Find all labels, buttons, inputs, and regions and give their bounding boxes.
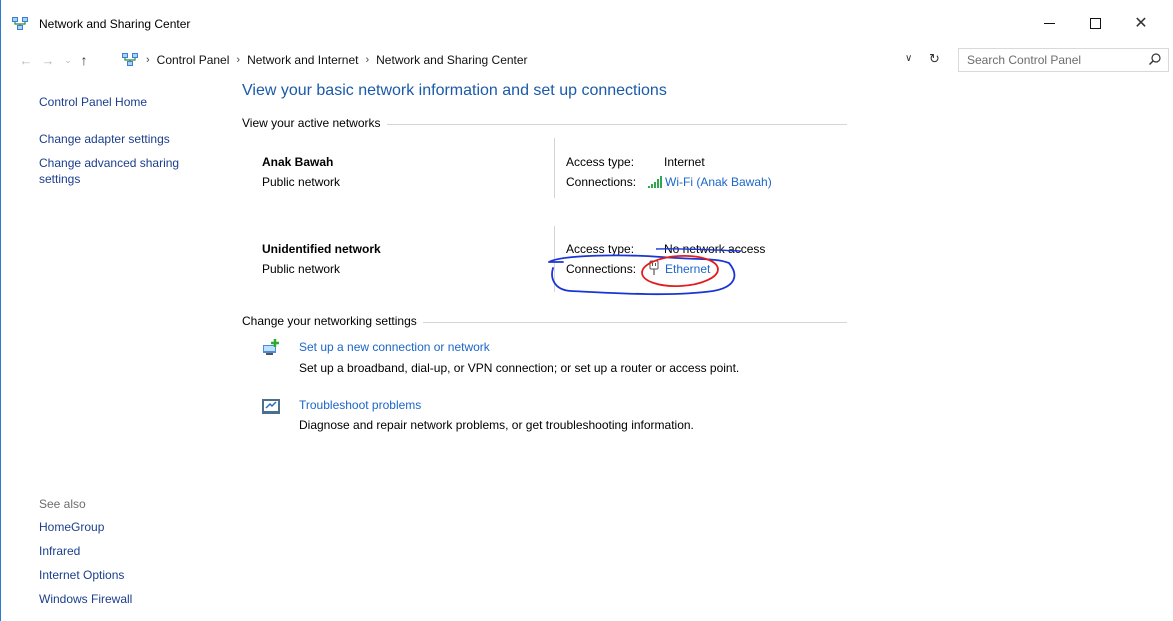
see-also-link-internet-options[interactable]: Internet Options [39,568,124,582]
navigation-bar: ← → ⌄ ↑ › Control Panel › Network and In… [1,48,1173,72]
back-arrow-icon: ← [19,52,33,68]
forward-arrow-icon: → [41,52,55,68]
connections-label: Connections: [566,262,637,276]
up-button[interactable]: ↑ [75,50,93,70]
ethernet-icon [649,260,659,275]
troubleshoot-problems-link[interactable]: Troubleshoot problems [299,398,421,412]
ethernet-connection-link[interactable]: Ethernet [665,262,710,276]
setup-new-connection-description: Set up a broadband, dial-up, or VPN conn… [299,361,740,375]
sidebar-link-control-panel-home[interactable]: Control Panel Home [39,94,147,110]
network-divider [554,226,555,292]
refresh-icon: ↻ [929,51,940,66]
chevron-down-icon: ⌄ [64,54,72,65]
access-type-label: Access type: [566,242,635,256]
setup-new-connection-link[interactable]: Set up a new connection or network [299,340,490,354]
title-bar[interactable]: Network and Sharing Center ✕ [1,0,1173,48]
see-also-heading: See also [39,497,86,511]
sidebar-link-change-adapter-settings[interactable]: Change adapter settings [39,131,170,147]
search-placeholder: Search Control Panel [967,53,1082,67]
chevron-down-icon: ∨ [905,53,913,64]
control-panel-location-icon [122,53,138,66]
sidebar-link-label-line1: Change advanced sharing [39,156,180,170]
troubleshoot-problems-description: Diagnose and repair network problems, or… [299,418,694,432]
minimize-icon [1043,22,1055,24]
change-settings-label: Change your networking settings [242,314,423,328]
maximize-button[interactable] [1072,8,1118,38]
network-name: Anak Bawah [262,155,334,169]
close-button[interactable]: ✕ [1118,8,1164,38]
active-networks-section-header: View your active networks [242,116,847,132]
breadcrumb-control-panel[interactable]: Control Panel [157,53,230,67]
wifi-connection-link[interactable]: Wi-Fi (Anak Bawah) [665,175,772,189]
network-center-icon [12,17,28,30]
breadcrumb-separator-icon[interactable]: › [146,54,150,66]
window-title: Network and Sharing Center [39,17,191,31]
breadcrumb-separator-icon[interactable]: › [236,54,240,66]
access-type-value: No network access [664,242,766,256]
minimize-button[interactable] [1026,8,1072,38]
sidebar-link-label-line2: settings [39,172,81,186]
access-type-label: Access type: [566,155,635,169]
up-arrow-icon: ↑ [80,52,88,68]
maximize-icon [1089,17,1101,29]
tasks-sidebar: Control Panel Home Change adapter settin… [1,80,231,620]
network-category-link[interactable]: Public network [262,175,340,189]
search-icon[interactable] [1148,52,1162,66]
see-also-link-homegroup[interactable]: HomeGroup [39,520,104,534]
refresh-button[interactable]: ↻ [929,51,940,67]
network-sharing-center-window: Network and Sharing Center ✕ ← → ⌄ ↑ › C… [0,0,1173,621]
see-also-link-windows-firewall[interactable]: Windows Firewall [39,592,132,606]
active-networks-label: View your active networks [242,116,387,130]
close-icon: ✕ [1134,15,1148,32]
sidebar-link-change-advanced-sharing[interactable]: Change advanced sharing settings [39,155,179,187]
connections-label: Connections: [566,175,637,189]
forward-button[interactable]: → [39,50,57,70]
troubleshoot-icon [262,399,280,414]
breadcrumb-network-sharing-center[interactable]: Network and Sharing Center [376,53,527,67]
access-type-value: Internet [664,155,705,169]
breadcrumb-separator-icon[interactable]: › [365,54,369,66]
breadcrumb-network-and-internet[interactable]: Network and Internet [247,53,358,67]
address-bar[interactable]: › Control Panel › Network and Internet ›… [99,48,949,72]
wifi-signal-icon [648,176,662,188]
address-dropdown-button[interactable]: ∨ [905,53,912,64]
search-input[interactable]: Search Control Panel [958,48,1169,72]
network-name: Unidentified network [262,242,381,256]
change-settings-section-header: Change your networking settings [242,314,847,330]
network-divider [554,138,555,198]
see-also-link-infrared[interactable]: Infrared [39,544,80,558]
back-button[interactable]: ← [17,50,35,70]
network-category-link[interactable]: Public network [262,262,340,276]
new-connection-icon [263,339,279,355]
page-title: View your basic network information and … [242,82,667,99]
